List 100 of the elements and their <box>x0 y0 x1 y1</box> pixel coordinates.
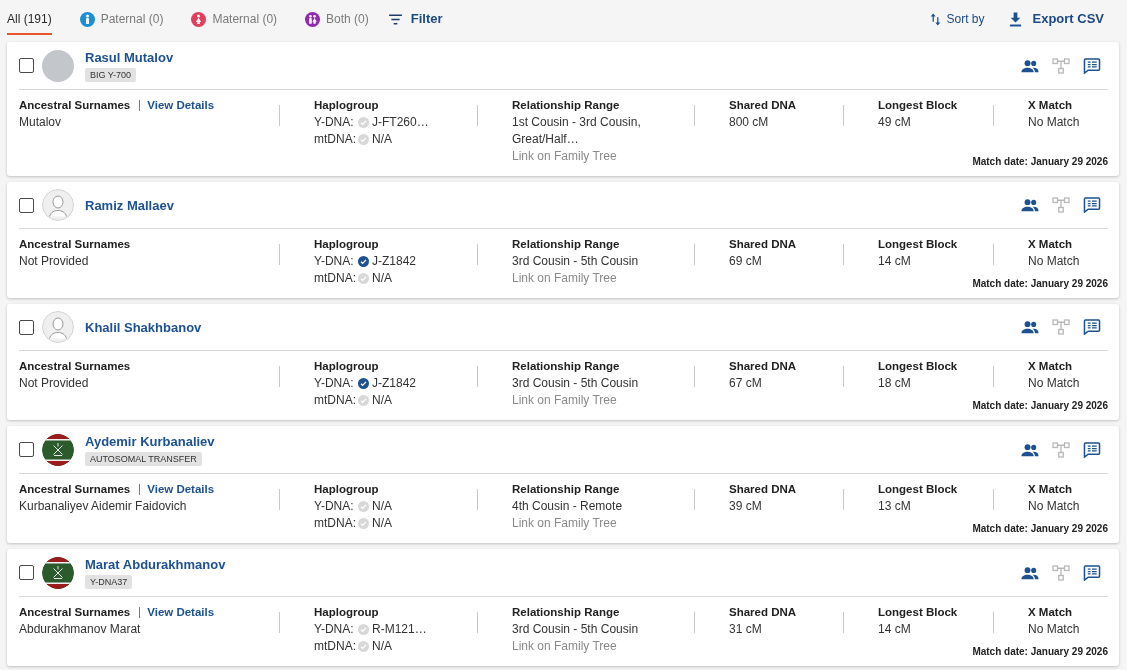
match-name[interactable]: Ramiz Mallaev <box>85 196 174 214</box>
view-details-link[interactable]: View Details <box>147 481 215 498</box>
match-name[interactable]: Marat Abdurakhmanov <box>85 556 226 573</box>
column-label: Haplogroup <box>314 359 380 374</box>
column-label: Relationship Range <box>512 237 621 252</box>
person-silhouette-icon <box>42 311 74 343</box>
people-icon[interactable] <box>1021 57 1039 74</box>
filter-tab[interactable]: Paternal (0) <box>79 0 164 35</box>
column-label: Shared DNA <box>729 605 798 620</box>
column-label: Haplogroup <box>314 237 380 252</box>
column-value: 39 cM <box>729 498 763 515</box>
column-value: No Match <box>1028 498 1081 515</box>
flag-icon <box>42 433 74 466</box>
match-date: Match date: January 29 2026 <box>972 399 1108 413</box>
column-value: 4th Cousin - Remote <box>512 498 624 515</box>
family-tree-link[interactable]: Link on Family Tree <box>512 270 694 287</box>
column-value: Mutalov <box>19 114 63 131</box>
message-icon[interactable] <box>1083 319 1101 335</box>
column-value: 14 cM <box>878 621 912 638</box>
column-value: No Match <box>1028 253 1081 270</box>
download-icon <box>1009 11 1023 27</box>
column-label: Shared DNA <box>729 237 798 252</box>
column-label: Haplogroup <box>314 482 380 497</box>
haplogroup-value: J-Z1842 <box>372 253 417 270</box>
family-tree-link[interactable]: Link on Family Tree <box>512 148 694 165</box>
match-name[interactable]: Aydemir Kurbanaliev <box>85 433 215 450</box>
column-label: Ancestral Surnames <box>19 359 131 374</box>
haplogroup-value: N/A <box>372 131 392 148</box>
column-label: Longest Block <box>878 359 959 374</box>
flag-icon <box>42 556 74 589</box>
family-tree-link[interactable]: Link on Family Tree <box>512 515 694 532</box>
checkbox[interactable] <box>19 319 34 335</box>
column-label: Ancestral Surnames <box>19 98 131 113</box>
view-details-link[interactable]: View Details <box>147 604 215 621</box>
match-date: Match date: January 29 2026 <box>972 645 1108 659</box>
column-label: Relationship Range <box>512 605 621 620</box>
column-label: Shared DNA <box>729 482 798 497</box>
checkbox[interactable] <box>19 565 34 580</box>
people-icon[interactable] <box>1021 197 1039 213</box>
filter-button[interactable]: Filter <box>387 0 443 27</box>
message-icon[interactable] <box>1083 197 1101 213</box>
filter-tab[interactable]: Maternal (0) <box>191 0 278 35</box>
test-type-tag: Y-DNA37 <box>85 575 133 589</box>
column-label: X Match <box>1028 605 1074 620</box>
column-value: 3rd Cousin - 5th Cousin <box>512 621 640 638</box>
match-name[interactable]: Rasul Mutalov <box>85 49 174 66</box>
test-type-tag: BIG Y-700 <box>85 68 137 82</box>
filter-tab[interactable]: All (191) <box>7 0 52 35</box>
view-details-link[interactable]: View Details <box>147 97 215 114</box>
dna-type-label: mtDNA: <box>314 638 357 655</box>
dna-type-label: Y-DNA: <box>314 498 355 515</box>
message-icon[interactable] <box>1083 57 1101 74</box>
family-tree-link[interactable]: Link on Family Tree <box>512 638 694 655</box>
column-value: No Match <box>1028 375 1081 392</box>
match-name[interactable]: Khalil Shakhbanov <box>85 318 202 336</box>
checkbox[interactable] <box>19 58 34 73</box>
haplogroup-value: N/A <box>372 638 392 655</box>
haplogroup-value: N/A <box>372 270 392 287</box>
column-value: 3rd Cousin - 5th Cousin <box>512 375 640 392</box>
checkbox[interactable] <box>19 442 34 457</box>
checkbox[interactable] <box>19 197 34 213</box>
test-type-tag: AUTOSOMAL TRANSFER <box>85 452 202 466</box>
dna-type-label: mtDNA: <box>314 131 357 148</box>
haplogroup-value: J-Z1842 <box>372 375 417 392</box>
column-label: X Match <box>1028 98 1074 113</box>
message-icon[interactable] <box>1083 564 1101 581</box>
people-icon[interactable] <box>1021 319 1039 335</box>
column-value: No Match <box>1028 621 1081 638</box>
match-date: Match date: January 29 2026 <box>972 277 1108 291</box>
haplogroup-value: N/A <box>372 392 392 409</box>
haplogroup-value: J-FT260… <box>372 114 429 131</box>
sort-button[interactable]: Sort by <box>930 0 985 27</box>
column-label: Shared DNA <box>729 359 798 374</box>
column-label: Shared DNA <box>729 98 798 113</box>
column-value: 18 cM <box>878 375 912 392</box>
dna-type-label: mtDNA: <box>314 270 357 287</box>
people-icon[interactable] <box>1021 441 1039 458</box>
column-value: 800 cM <box>729 114 770 131</box>
column-value: Not Provided <box>19 375 90 392</box>
family-tree-link[interactable]: Link on Family Tree <box>512 392 694 409</box>
column-value: 31 cM <box>729 621 763 638</box>
filter-tab[interactable]: Both (0) <box>305 0 369 35</box>
column-label: X Match <box>1028 237 1074 252</box>
column-value: 69 cM <box>729 253 763 270</box>
column-value: Kurbanaliyev Aidemir Faidovich <box>19 498 188 515</box>
column-value: 1st Cousin - 3rd Cousin, Great/Half… <box>512 114 642 148</box>
column-label: Longest Block <box>878 98 959 113</box>
message-icon[interactable] <box>1083 441 1101 458</box>
column-label: X Match <box>1028 482 1074 497</box>
person-silhouette-icon <box>42 189 74 221</box>
column-label: Ancestral Surnames <box>19 482 131 497</box>
match-date: Match date: January 29 2026 <box>972 522 1108 536</box>
haplogroup-value: N/A <box>372 515 392 532</box>
haplogroup-value: R-M121… <box>372 621 427 638</box>
column-label: Haplogroup <box>314 605 380 620</box>
dna-type-label: Y-DNA: <box>314 375 355 392</box>
column-value: No Match <box>1028 114 1081 131</box>
people-icon[interactable] <box>1021 564 1039 581</box>
dna-type-label: Y-DNA: <box>314 621 355 638</box>
export-button[interactable]: Export CSV <box>1009 0 1104 27</box>
